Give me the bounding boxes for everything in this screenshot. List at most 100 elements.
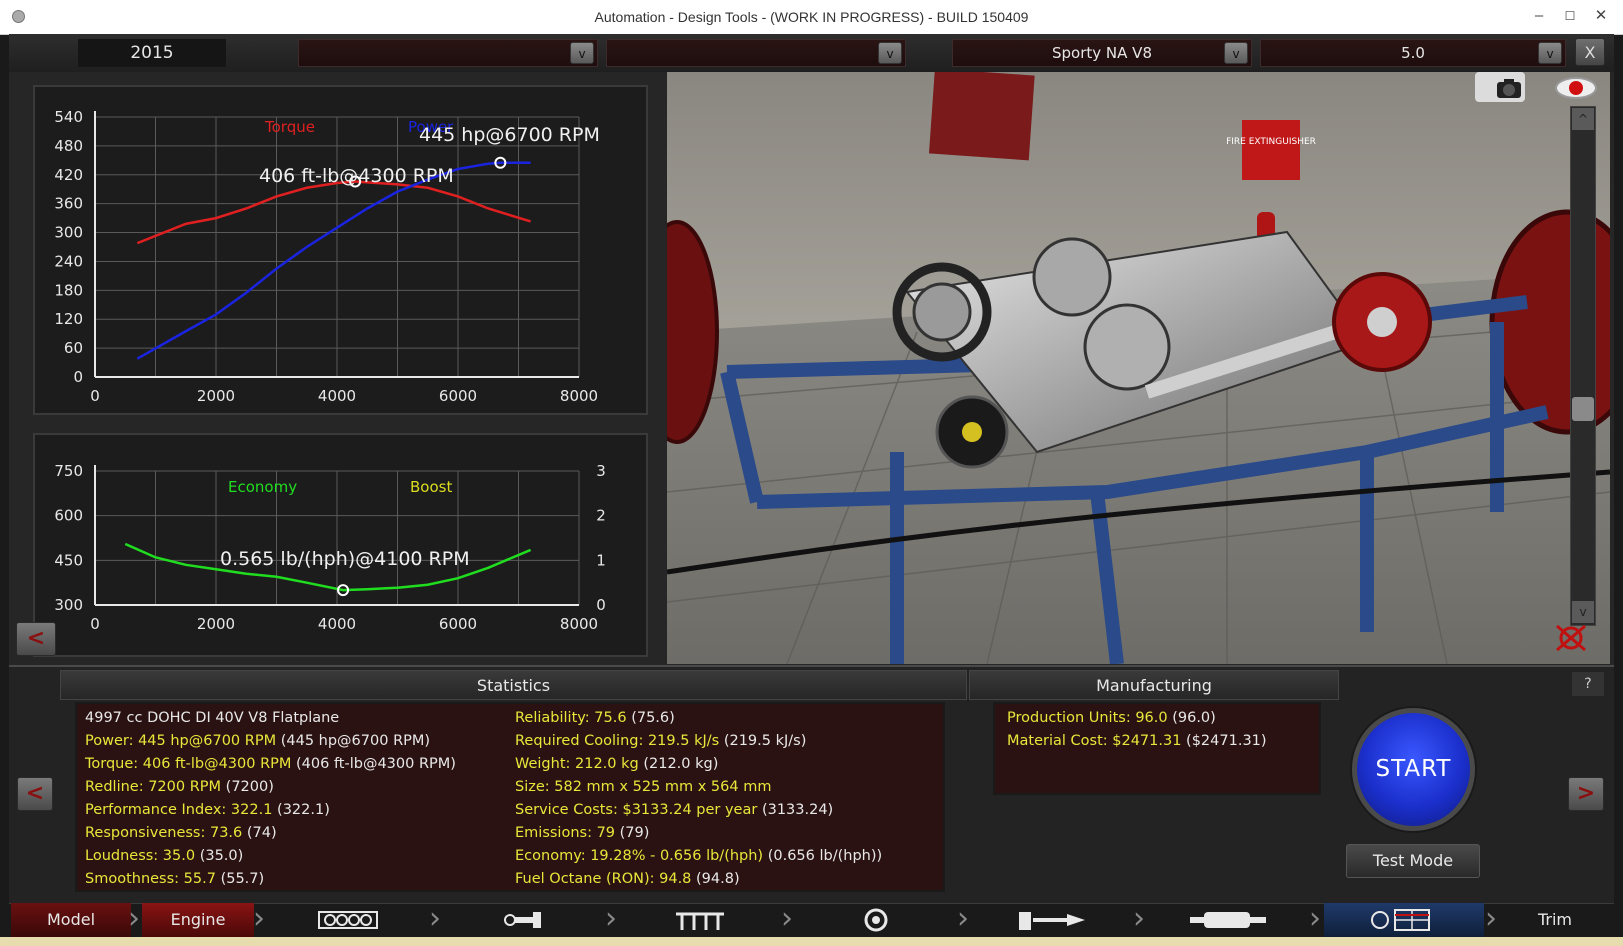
poster: [928, 72, 1035, 161]
scroll-thumb[interactable]: [1572, 397, 1594, 421]
chevron-right-icon: ›: [957, 901, 969, 936]
chevron-right-icon: ›: [781, 901, 793, 936]
eye-icon[interactable]: [1554, 76, 1598, 100]
help-button[interactable]: ?: [1572, 672, 1604, 696]
zoom-scrollbar[interactable]: ^ v: [1570, 106, 1596, 626]
tab-model[interactable]: Model: [11, 903, 131, 937]
tab-tuning[interactable]: [1324, 903, 1484, 937]
tab-bottom-end[interactable]: [444, 903, 604, 937]
y-tick-label: 450: [54, 551, 83, 569]
crankshaft-icon: [504, 912, 541, 928]
taskbar-strip: [0, 937, 1623, 946]
displacement-value: 5.0: [1401, 44, 1425, 62]
test-mode-button[interactable]: Test Mode: [1346, 844, 1480, 878]
dropdown-2[interactable]: v: [606, 39, 906, 67]
dropdown-1[interactable]: v: [298, 39, 598, 67]
chevron-down-icon[interactable]: v: [878, 42, 902, 64]
engine-3d-viewport[interactable]: FIRE EXTINGUISHER ^ v: [667, 72, 1610, 664]
tab-exhaust[interactable]: [1148, 903, 1308, 937]
y-tick-label: 0: [73, 368, 83, 386]
tab-aspiration[interactable]: [796, 903, 956, 937]
power-torque-chart: 0 60 120 180 240 300 360 420 480 540 0 2000 4000 600…: [54, 108, 600, 405]
y-right-tick-label: 1: [596, 551, 606, 569]
statistics-heading: Statistics: [60, 670, 967, 700]
chevron-down-icon[interactable]: v: [1538, 42, 1562, 64]
stat-line: Performance Index: 322.1 (322.1): [85, 802, 330, 818]
exhaust-icon: [1190, 912, 1266, 928]
minimize-button[interactable]: –: [1526, 6, 1552, 26]
y-tick-label: 240: [54, 252, 83, 270]
stat-line: Economy: 19.28% - 0.656 lb/(hph) (0.656 …: [515, 848, 883, 864]
y-tick-label: 60: [64, 339, 83, 357]
year-display: 2015: [78, 39, 226, 67]
y-tick-label: 300: [54, 224, 83, 242]
y-tick-label: 750: [54, 462, 83, 480]
y-tick-label: 480: [54, 137, 83, 155]
y-right-tick-label: 0: [596, 596, 606, 614]
x-tick-label: 0: [90, 387, 100, 405]
tab-engine[interactable]: Engine: [142, 903, 254, 937]
tab-engine-block[interactable]: [268, 903, 428, 937]
engine-block-icon: [318, 911, 378, 929]
valvetrain-icon: [676, 912, 724, 930]
y-right-tick-label: 3: [596, 462, 606, 480]
peak-torque-label: 406 ft-lb@4300 RPM: [259, 165, 454, 187]
turbo-icon: [864, 908, 888, 932]
y-tick-label: 540: [54, 108, 83, 126]
window-title: Automation - Design Tools - (WORK IN PRO…: [594, 9, 1029, 25]
next-step-button[interactable]: >: [1568, 777, 1604, 811]
stat-line: Redline: 7200 RPM (7200): [85, 779, 274, 795]
mfg-line: Material Cost: $2471.31 ($2471.31): [1007, 733, 1267, 749]
y-tick-label: 120: [54, 310, 83, 328]
manufacturing-box: Production Units: 96.0 (96.0) Material C…: [993, 702, 1321, 795]
scroll-up-button[interactable]: ^: [1572, 108, 1594, 130]
x-tick-label: 8000: [560, 615, 598, 633]
statistics-box: 4997 cc DOHC DI 40V V8 Flatplane Power: …: [75, 702, 945, 892]
x-tick-label: 2000: [197, 387, 235, 405]
window-title-bar: Automation - Design Tools - (WORK IN PRO…: [0, 0, 1623, 35]
fuel-icon: [1019, 912, 1085, 930]
legend-torque: Torque: [264, 118, 315, 136]
chevron-down-icon[interactable]: v: [570, 42, 594, 64]
x-tick-label: 4000: [318, 387, 356, 405]
legend-boost: Boost: [410, 478, 452, 496]
x-tick-label: 6000: [439, 387, 477, 405]
series-line-torque: [136, 180, 531, 245]
x-tick-label: 2000: [197, 615, 235, 633]
stat-line: 4997 cc DOHC DI 40V V8 Flatplane: [85, 710, 340, 726]
camera-icon[interactable]: [1495, 76, 1523, 100]
start-button[interactable]: START: [1352, 708, 1475, 831]
x-tick-label: 0: [90, 615, 100, 633]
close-window-button[interactable]: ✕: [1588, 6, 1614, 26]
displacement-dropdown[interactable]: 5.0 v: [1260, 39, 1566, 67]
stat-line: Fuel Octane (RON): 94.8 (94.8): [515, 871, 740, 887]
economy-chart-panel: 300 450 600 750 0 1 2 3 0 2000 4000 6000 8000 Econ…: [33, 433, 648, 657]
tab-fuel-system[interactable]: [972, 903, 1132, 937]
x-tick-label: 6000: [439, 615, 477, 633]
peak-power-label: 445 hp@6700 RPM: [419, 124, 600, 146]
y-tick-label: 420: [54, 166, 83, 184]
economy-chart: 300 450 600 750 0 1 2 3 0 2000 4000 6000 8000 Econ…: [54, 462, 606, 633]
prev-step-button[interactable]: <: [17, 777, 53, 811]
collapse-charts-button[interactable]: <: [16, 622, 56, 656]
stat-line: Torque: 406 ft-lb@4300 RPM (406 ft-lb@43…: [85, 756, 456, 772]
best-economy-label: 0.565 lb/(hph)@4100 RPM: [220, 548, 470, 570]
reset-view-icon[interactable]: [1549, 620, 1593, 656]
close-designer-button[interactable]: X: [1575, 38, 1605, 66]
engine-family-dropdown[interactable]: Sporty NA V8 v: [952, 39, 1252, 67]
tab-trim[interactable]: Trim: [1500, 903, 1610, 937]
stat-line: Smoothness: 55.7 (55.7): [85, 871, 265, 887]
chevron-right-icon: ›: [1485, 901, 1497, 936]
tab-top-end[interactable]: [620, 903, 780, 937]
chevron-right-icon: ›: [605, 901, 617, 936]
series-line-power: [136, 161, 531, 360]
stat-line: Emissions: 79 (79): [515, 825, 650, 841]
tuning-icon: [1371, 909, 1430, 931]
y-tick-label: 300: [54, 596, 83, 614]
y-right-tick-label: 2: [596, 507, 606, 525]
mfg-line: Production Units: 96.0 (96.0): [1007, 710, 1216, 726]
maximize-button[interactable]: ☐: [1557, 6, 1583, 26]
chevron-down-icon[interactable]: v: [1224, 42, 1248, 64]
fire-sign: [1242, 120, 1300, 180]
chevron-right-icon: ›: [128, 901, 140, 936]
